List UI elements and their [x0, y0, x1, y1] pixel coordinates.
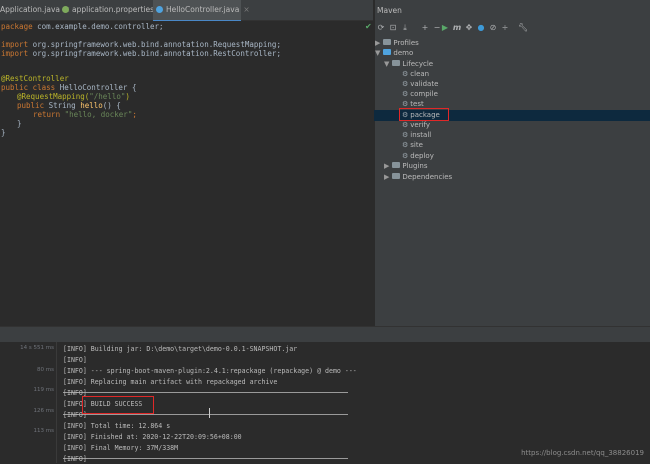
- console-line: [INFO] Total time: 12.864 s: [63, 422, 171, 430]
- time-label: 126 ms: [33, 408, 54, 414]
- folder-icon: [392, 60, 401, 66]
- properties-file-icon: [62, 6, 69, 13]
- highlight-box-package: [399, 108, 449, 121]
- tree-node-dependencies[interactable]: ▶ Dependencies: [384, 172, 452, 182]
- chevron-down-icon[interactable]: ▼: [384, 60, 389, 68]
- download-icon[interactable]: ⤓: [400, 22, 410, 34]
- watermark-text: https://blog.csdn.net/qq_38826019: [521, 449, 644, 457]
- console-line: [INFO] Building jar: D:\demo\target\demo…: [63, 345, 298, 353]
- time-label: 14 s 551 ms: [20, 345, 54, 351]
- time-label: 119 ms: [33, 387, 54, 393]
- gear-icon: ⚙: [402, 100, 409, 108]
- console-line: [INFO]: [63, 356, 87, 364]
- maven-project-icon: [383, 49, 392, 55]
- time-label: 113 ms: [33, 428, 54, 434]
- tree-node-plugins[interactable]: ▶ Plugins: [384, 161, 427, 171]
- code-line: }: [17, 119, 22, 128]
- console-separator: [63, 458, 348, 459]
- gear-icon: ⚙: [402, 141, 409, 149]
- reimport-icon[interactable]: ⊡: [388, 22, 398, 34]
- tab-application-properties[interactable]: application.properties×: [62, 0, 164, 20]
- add-icon[interactable]: +: [420, 22, 430, 34]
- lifecycle-goal-verify[interactable]: ⚙ verify: [402, 120, 430, 130]
- tree-node-profiles[interactable]: ▶ Profiles: [375, 38, 419, 48]
- tree-node-lifecycle[interactable]: ▼ Lifecycle: [384, 59, 433, 69]
- folder-icon: [383, 39, 392, 45]
- lifecycle-goal-compile[interactable]: ⚙ compile: [402, 89, 438, 99]
- chevron-right-icon[interactable]: ▶: [375, 39, 380, 47]
- settings-icon[interactable]: 🔧︎: [518, 22, 528, 34]
- lifecycle-goal-site[interactable]: ⚙ site: [402, 140, 423, 150]
- code-line: import org.springframework.web.bind.anno…: [1, 49, 281, 58]
- editor-tab-bar: Application.java× application.properties…: [0, 0, 373, 22]
- code-line: package com.example.demo.controller;: [1, 22, 164, 31]
- lifecycle-goal-clean[interactable]: ⚙ clean: [402, 69, 429, 79]
- gear-icon: ⚙: [402, 70, 409, 78]
- maven-m-icon[interactable]: m: [452, 22, 462, 34]
- lifecycle-goal-install[interactable]: ⚙ install: [402, 130, 431, 140]
- collapse-icon[interactable]: ÷: [500, 22, 510, 34]
- chevron-right-icon[interactable]: ▶: [384, 162, 389, 170]
- gear-icon: ⚙: [402, 80, 409, 88]
- skip-tests-icon[interactable]: ⊘: [488, 22, 498, 34]
- run-time-gutter: 14 s 551 ms 80 ms 119 ms 126 ms 113 ms: [0, 342, 56, 463]
- lifecycle-goal-validate[interactable]: ⚙ validate: [402, 79, 438, 89]
- gear-icon: ⚙: [402, 152, 409, 160]
- console-line: [INFO] Replacing main artifact with repa…: [63, 378, 278, 386]
- console-line: [INFO] Final Memory: 37M/338M: [63, 444, 179, 452]
- java-class-icon: [156, 6, 163, 13]
- maven-toolbar: ⟳ ⊡ ⤓ + − ▶ m ✥ ● ⊘ ÷ 🔧︎: [376, 22, 646, 36]
- tab-hellocontroller-java[interactable]: HelloController.java ×: [153, 0, 250, 22]
- lifecycle-goal-deploy[interactable]: ⚙ deploy: [402, 151, 434, 161]
- offline-icon[interactable]: ●: [476, 22, 486, 34]
- code-editor[interactable]: package com.example.demo.controller; imp…: [0, 21, 373, 326]
- gear-icon: ⚙: [402, 131, 409, 139]
- close-icon[interactable]: ×: [243, 5, 249, 14]
- time-label: 80 ms: [37, 367, 54, 373]
- console-line: [INFO] --- spring-boot-maven-plugin:2.4.…: [63, 367, 357, 375]
- maven-panel-title: Maven: [377, 6, 402, 15]
- folder-icon: [392, 173, 401, 179]
- gear-icon: ⚙: [402, 121, 409, 129]
- tree-node-demo[interactable]: ▼ demo: [375, 48, 413, 58]
- console-separator: [63, 414, 348, 415]
- folder-icon: [392, 162, 401, 168]
- text-cursor: [209, 408, 210, 418]
- gear-icon: ⚙: [402, 90, 409, 98]
- console-line: [INFO] Finished at: 2020-12-22T20:09:56+…: [63, 433, 242, 441]
- run-icon[interactable]: ▶: [440, 22, 450, 34]
- console-separator: [63, 392, 348, 393]
- chevron-right-icon[interactable]: ▶: [384, 173, 389, 181]
- toggle-icon[interactable]: ✥: [464, 22, 474, 34]
- chevron-down-icon[interactable]: ▼: [375, 49, 380, 57]
- refresh-icon[interactable]: ⟳: [376, 22, 386, 34]
- panel-divider[interactable]: [0, 326, 650, 343]
- code-line: }: [1, 128, 6, 137]
- highlight-box-build-success: [82, 396, 154, 414]
- code-line: return "hello, docker";: [33, 110, 137, 119]
- inspection-ok-icon: ✔: [365, 22, 372, 31]
- tab-application-java[interactable]: Application.java×: [0, 0, 70, 20]
